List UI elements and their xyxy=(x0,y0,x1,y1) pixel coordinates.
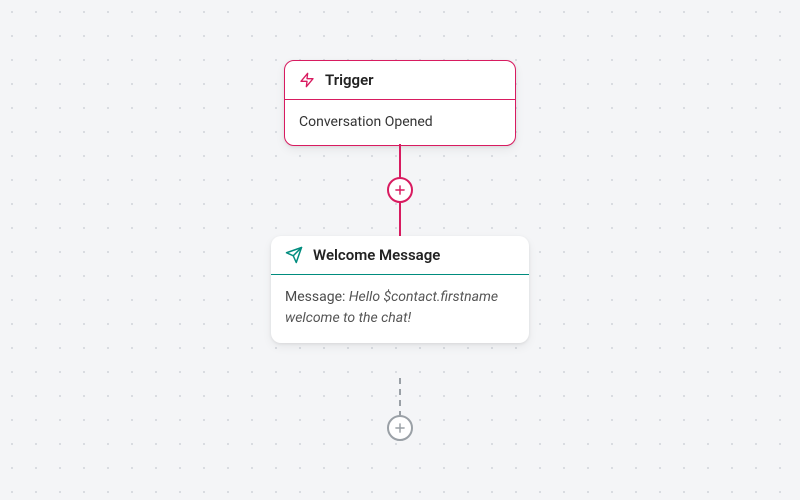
add-step-button-end[interactable] xyxy=(387,415,413,441)
lightning-icon xyxy=(299,72,315,88)
welcome-message-node[interactable]: Welcome Message Message: Hello $contact.… xyxy=(271,236,529,343)
flow-canvas[interactable]: Trigger Conversation Opened Welcome Mess… xyxy=(0,0,800,500)
trigger-title: Trigger xyxy=(325,71,374,89)
welcome-node-header: Welcome Message xyxy=(271,236,529,275)
send-icon xyxy=(285,246,303,264)
welcome-title: Welcome Message xyxy=(313,246,440,264)
trigger-body-text: Conversation Opened xyxy=(299,114,433,130)
trigger-node-header: Trigger xyxy=(285,61,515,100)
welcome-label: Message: xyxy=(285,289,349,305)
trigger-body: Conversation Opened xyxy=(285,100,515,145)
welcome-body: Message: Hello $contact.firstname welcom… xyxy=(271,275,529,343)
add-step-button[interactable] xyxy=(387,177,413,203)
trigger-node[interactable]: Trigger Conversation Opened xyxy=(284,60,516,146)
